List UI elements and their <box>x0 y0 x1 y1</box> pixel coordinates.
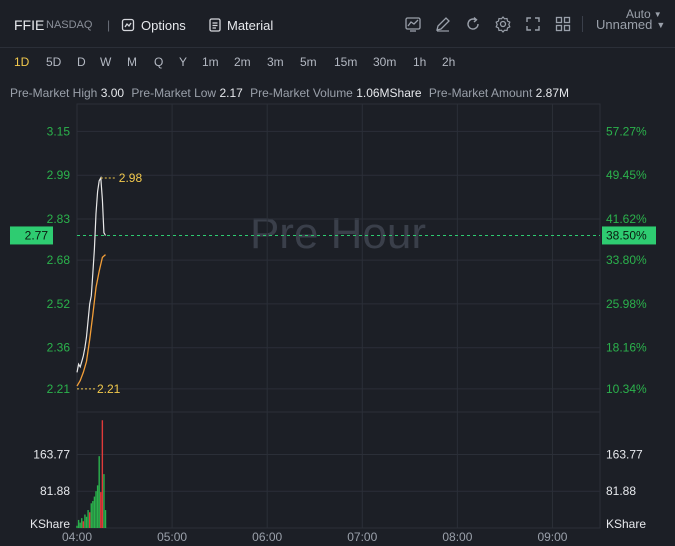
time-axis: 04:00 05:00 06:00 07:00 08:00 09:00 <box>62 530 568 544</box>
time-tick-label: 06:00 <box>252 530 282 544</box>
chart-watermark: Pre Hour <box>250 209 426 258</box>
volume-bar <box>84 514 86 528</box>
price-tick-label: 3.15 <box>47 124 71 138</box>
volume-bar <box>96 485 99 528</box>
volume-bar <box>100 492 102 528</box>
volume-bar <box>104 510 107 528</box>
volume-bar <box>98 456 100 528</box>
volume-unit-label: KShare <box>30 517 70 531</box>
average-price-line <box>76 254 106 387</box>
volume-bar <box>92 501 94 528</box>
price-line <box>76 175 107 373</box>
price-tick-label: 2.83 <box>47 212 71 226</box>
price-tick-label: 2.99 <box>47 168 71 182</box>
price-axis: 3.15 2.99 2.83 2.68 2.52 2.36 2.21 2.77 163.77 81… <box>10 124 70 531</box>
high-marker-label: 2.98 <box>119 171 143 185</box>
current-percent-label: 38.50% <box>606 228 647 242</box>
percent-tick-label: 57.27% <box>606 124 647 138</box>
volume-bars <box>76 420 107 528</box>
volume-bar <box>95 491 97 528</box>
volume-tick-label: 81.88 <box>40 484 70 498</box>
volume-bar <box>79 522 81 528</box>
volume-bar <box>82 521 85 528</box>
percent-tick-label: 18.16% <box>606 341 647 355</box>
percent-tick-label: 41.62% <box>606 212 647 226</box>
percent-tick-label: 10.34% <box>606 382 647 396</box>
chart-frame <box>76 103 601 529</box>
volume-bar <box>87 510 89 528</box>
price-tick-label: 2.68 <box>47 253 71 267</box>
time-tick-label: 07:00 <box>347 530 377 544</box>
volume-tick-label: 163.77 <box>33 447 70 461</box>
time-tick-label: 04:00 <box>62 530 92 544</box>
current-price-label: 2.77 <box>25 228 49 242</box>
time-tick-label: 09:00 <box>537 530 567 544</box>
volume-bar <box>88 512 91 528</box>
price-tick-label: 2.52 <box>47 297 71 311</box>
percent-tick-label: 33.80% <box>606 253 647 267</box>
price-chart[interactable]: Pre Hour 3.15 2.99 2.83 2.68 2.52 2.36 2.21 2.7… <box>0 0 675 546</box>
chart-grid <box>76 103 601 529</box>
volume-bar <box>103 474 105 528</box>
price-lines <box>76 175 107 387</box>
time-tick-label: 05:00 <box>157 530 187 544</box>
percent-axis: 57.27% 49.45% 41.62% 33.80% 25.98% 18.16% 10.3… <box>602 124 656 531</box>
volume-bar <box>93 496 96 528</box>
volume-tick-label: 163.77 <box>606 447 643 461</box>
percent-tick-label: 25.98% <box>606 297 647 311</box>
volume-bar <box>101 420 104 528</box>
volume-bar <box>81 518 83 528</box>
price-tick-label: 2.36 <box>47 341 71 355</box>
low-marker-label: 2.21 <box>97 382 121 396</box>
volume-bar <box>76 525 78 528</box>
percent-tick-label: 49.45% <box>606 168 647 182</box>
volume-bar <box>77 519 80 528</box>
volume-bar <box>85 516 88 528</box>
volume-tick-label: 81.88 <box>606 484 636 498</box>
volume-bar <box>90 503 92 528</box>
time-tick-label: 08:00 <box>442 530 472 544</box>
volume-unit-label: KShare <box>606 517 646 531</box>
price-tick-label: 2.21 <box>47 382 71 396</box>
